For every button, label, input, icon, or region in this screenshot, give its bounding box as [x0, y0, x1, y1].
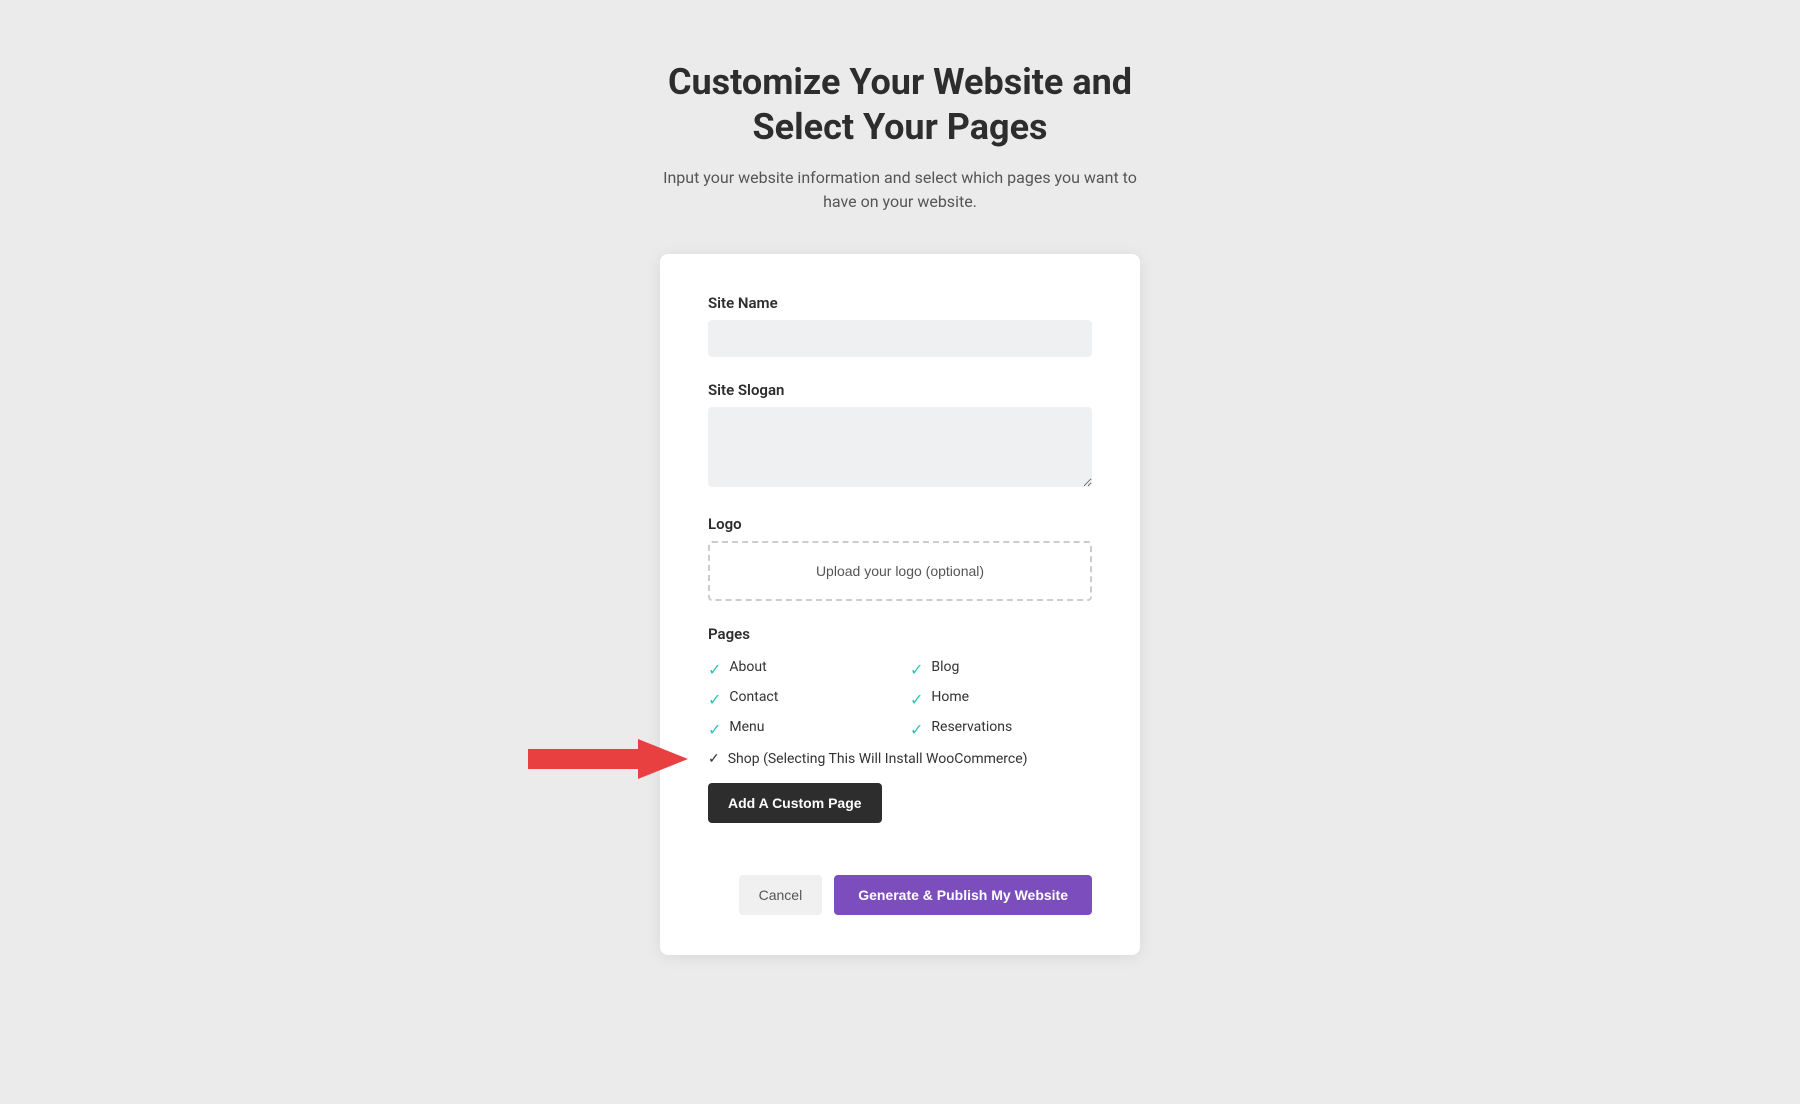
- check-icon-shop: ✓: [708, 751, 720, 767]
- page-item-contact[interactable]: ✓ Contact: [708, 689, 890, 709]
- form-card: Site Name Site Slogan Logo Upload your l…: [660, 254, 1140, 955]
- check-icon-reservations: ✓: [910, 720, 923, 739]
- check-icon-home: ✓: [910, 690, 923, 709]
- page-label-blog: Blog: [931, 659, 959, 675]
- page-subtitle: Input your website information and selec…: [660, 166, 1140, 214]
- site-name-field: Site Name: [708, 294, 1092, 357]
- page-item-blog[interactable]: ✓ Blog: [910, 659, 1092, 679]
- pages-section: Pages ✓ About ✓ Blog ✓ Contact ✓ Home: [708, 625, 1092, 851]
- logo-upload-button[interactable]: Upload your logo (optional): [708, 541, 1092, 601]
- page-item-reservations[interactable]: ✓ Reservations: [910, 719, 1092, 739]
- logo-field: Logo Upload your logo (optional): [708, 515, 1092, 601]
- red-arrow-icon: [528, 734, 688, 784]
- page-label-contact: Contact: [729, 689, 778, 705]
- site-name-input[interactable]: [708, 320, 1092, 357]
- page-title: Customize Your Website and Select Your P…: [660, 60, 1140, 150]
- pages-label: Pages: [708, 625, 1092, 643]
- check-icon-about: ✓: [708, 660, 721, 679]
- site-slogan-field: Site Slogan: [708, 381, 1092, 491]
- add-custom-page-button[interactable]: Add A Custom Page: [708, 783, 882, 823]
- site-slogan-label: Site Slogan: [708, 381, 1092, 399]
- page-label-about: About: [729, 659, 766, 675]
- site-slogan-input[interactable]: [708, 407, 1092, 487]
- page-item-about[interactable]: ✓ About: [708, 659, 890, 679]
- page-label-menu: Menu: [729, 719, 764, 735]
- form-actions: Cancel Generate & Publish My Website: [708, 875, 1092, 915]
- logo-label: Logo: [708, 515, 1092, 533]
- page-label-home: Home: [931, 689, 969, 705]
- page-item-shop[interactable]: ✓ Shop (Selecting This Will Install WooC…: [708, 751, 1092, 767]
- check-icon-menu: ✓: [708, 720, 721, 739]
- generate-publish-button[interactable]: Generate & Publish My Website: [834, 875, 1092, 915]
- check-icon-blog: ✓: [910, 660, 923, 679]
- site-name-label: Site Name: [708, 294, 1092, 312]
- page-label-reservations: Reservations: [931, 719, 1012, 735]
- cancel-button[interactable]: Cancel: [739, 875, 823, 915]
- pages-grid: ✓ About ✓ Blog ✓ Contact ✓ Home ✓ Menu: [708, 659, 1092, 739]
- shop-row-wrapper: ✓ Shop (Selecting This Will Install WooC…: [708, 751, 1092, 767]
- page-item-menu[interactable]: ✓ Menu: [708, 719, 890, 739]
- check-icon-contact: ✓: [708, 690, 721, 709]
- page-header: Customize Your Website and Select Your P…: [660, 60, 1140, 214]
- page-label-shop: Shop (Selecting This Will Install WooCom…: [728, 751, 1028, 767]
- add-custom-page-wrapper: Add A Custom Page: [708, 783, 1092, 851]
- page-item-home[interactable]: ✓ Home: [910, 689, 1092, 709]
